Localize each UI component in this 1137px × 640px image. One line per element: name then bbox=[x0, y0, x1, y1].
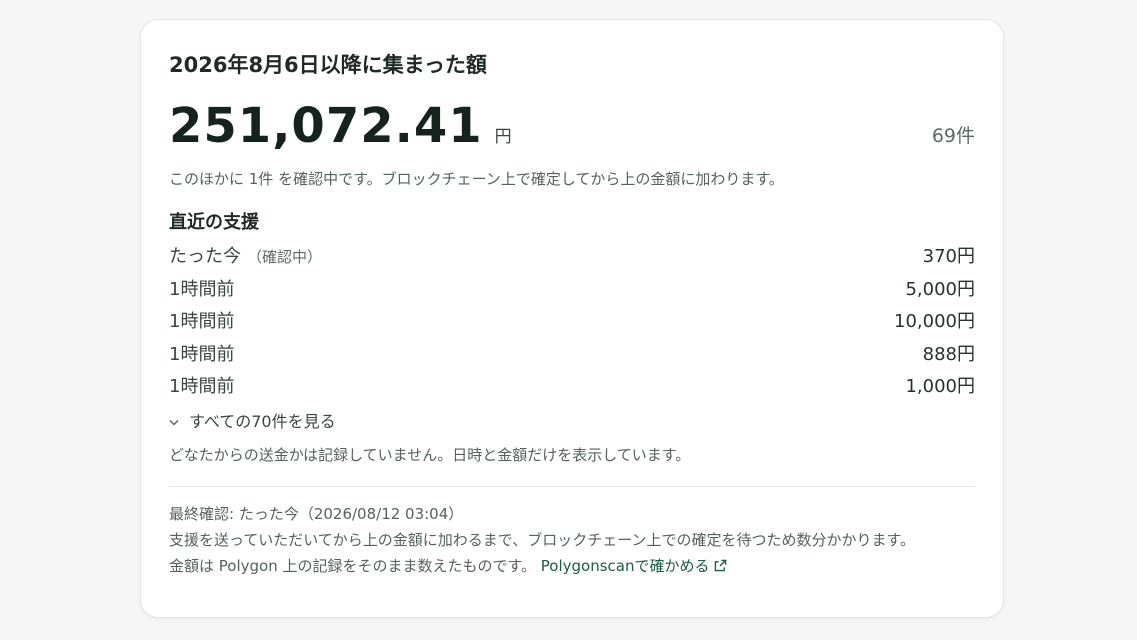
source-note-line: 金額は Polygon 上の記録をそのまま数えたものです。 Polygonsca… bbox=[169, 553, 975, 579]
donation-amount: 370円 bbox=[922, 246, 975, 268]
total-amount: 251,072.41 bbox=[169, 98, 483, 154]
delay-note: 支援を送っていただいてから上の金額に加わるまで、ブロックチェーン上での確定を待つ… bbox=[169, 530, 915, 549]
donation-time: 1時間前 bbox=[169, 311, 235, 333]
summary-title: 2026年8月6日以降に集まった額 bbox=[169, 53, 487, 77]
recent-donation-list: たった今 （確認中） 370円 1時間前 5,000円 1時間前 10,000円 … bbox=[169, 239, 975, 402]
donation-amount: 888円 bbox=[922, 343, 975, 365]
pending-tag: （確認中） bbox=[247, 248, 323, 267]
anonymity-note: どなたからの送金かは記録していません。日時と金額だけを表示しています。 bbox=[169, 445, 691, 464]
donation-amount: 1,000円 bbox=[905, 376, 975, 398]
donation-time: たった今 （確認中） bbox=[169, 246, 323, 268]
donation-row: 1時間前 10,000円 bbox=[169, 304, 975, 337]
donation-row: 1時間前 888円 bbox=[169, 337, 975, 370]
see-all-donations-toggle[interactable]: すべての70件を見る bbox=[169, 410, 336, 434]
pending-note: このほかに 1件 を確認中です。ブロックチェーン上で確定してから上の金額に加わり… bbox=[169, 170, 784, 188]
donation-time: 1時間前 bbox=[169, 278, 235, 300]
see-all-label: すべての70件を見る bbox=[189, 411, 336, 431]
donation-summary-card: 2026年8月6日以降に集まった額 251,072.41 円 69件 このほかに… bbox=[140, 19, 1004, 618]
total-count: 69件 bbox=[931, 125, 975, 147]
total-unit: 円 bbox=[494, 127, 512, 147]
donation-amount: 10,000円 bbox=[894, 311, 975, 333]
donation-row: 1時間前 5,000円 bbox=[169, 272, 975, 305]
donation-time: 1時間前 bbox=[169, 343, 235, 365]
divider bbox=[169, 485, 975, 487]
external-link-icon bbox=[715, 559, 727, 571]
donation-amount: 5,000円 bbox=[905, 278, 975, 300]
chevron-down-icon bbox=[169, 410, 181, 434]
polygonscan-link[interactable]: Polygonscanで確かめる bbox=[541, 557, 728, 575]
total-row: 251,072.41 円 69件 bbox=[169, 98, 975, 154]
source-note: 金額は Polygon 上の記録をそのまま数えたものです。 bbox=[169, 556, 536, 575]
last-checked: 最終確認: たった今（2026/08/12 03:04） bbox=[169, 504, 464, 523]
donation-time: 1時間前 bbox=[169, 376, 235, 398]
recent-section-title: 直近の支援 bbox=[169, 212, 259, 233]
donation-row: たった今 （確認中） 370円 bbox=[169, 239, 975, 272]
donation-row: 1時間前 1,000円 bbox=[169, 369, 975, 402]
footer-notes: 最終確認: たった今（2026/08/12 03:04） 支援を送っていただいて… bbox=[169, 501, 975, 579]
